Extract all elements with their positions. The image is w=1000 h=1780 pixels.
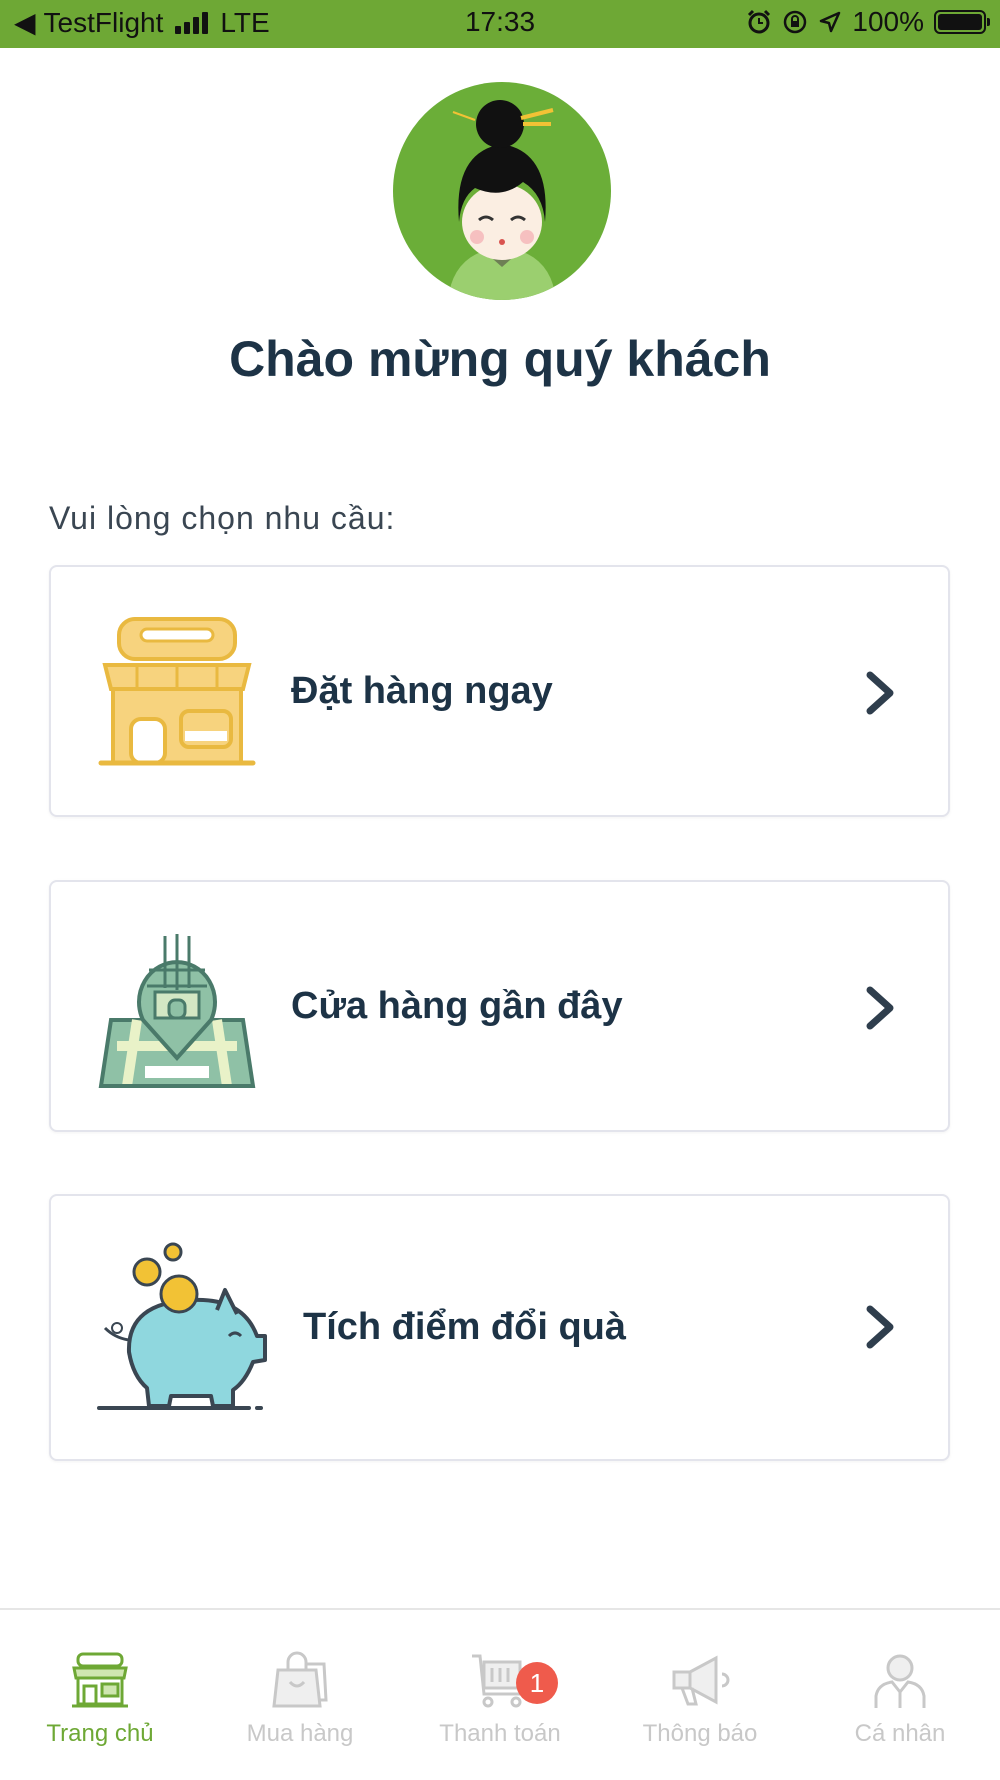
tab-home-label: Trang chủ	[46, 1720, 154, 1747]
status-bar: ◀ TestFlight LTE 17:33 100%	[0, 0, 1000, 48]
location-arrow-icon	[820, 11, 841, 33]
tab-payment-label: Thanh toán	[439, 1720, 561, 1747]
tab-shopping-label: Mua hàng	[246, 1720, 354, 1747]
rotation-lock-icon	[784, 10, 807, 34]
loyalty-points-card[interactable]: Tích điểm đổi quà	[49, 1194, 950, 1461]
nearby-stores-card[interactable]: Cửa hàng gần đây	[49, 880, 950, 1132]
prompt-text: Vui lòng chọn nhu cầu:	[49, 500, 396, 536]
chevron-right-icon	[866, 671, 894, 715]
status-right: 100%	[746, 6, 990, 38]
tab-home[interactable]: Trang chủ	[0, 1610, 200, 1780]
loyalty-points-label: Tích điểm đổi quà	[303, 1306, 627, 1348]
nearby-stores-label: Cửa hàng gần đây	[291, 984, 623, 1027]
store-icon	[98, 617, 256, 766]
order-now-label: Đặt hàng ngay	[291, 669, 553, 712]
tab-notifications-label: Thông báo	[642, 1720, 758, 1747]
home-store-icon	[72, 1652, 128, 1708]
order-now-card[interactable]: Đặt hàng ngay	[49, 565, 950, 817]
map-pin-store-icon	[98, 934, 256, 1088]
welcome-title: Chào mừng quý khách	[229, 331, 771, 387]
person-icon	[874, 1654, 926, 1708]
cart-badge: 1	[516, 1662, 558, 1704]
battery-percent: 100%	[852, 6, 924, 37]
tab-shopping[interactable]: Mua hàng	[200, 1610, 400, 1780]
megaphone-icon	[672, 1655, 730, 1706]
piggy-bank-icon	[97, 1242, 267, 1410]
tab-profile-label: Cá nhân	[854, 1720, 946, 1747]
battery-icon	[934, 10, 990, 34]
bottom-tab-bar: Trang chủ Mua hàng 1 Thanh toán Thông bá…	[0, 1608, 1000, 1780]
avatar-illustration	[393, 82, 611, 300]
shopping-bag-icon	[272, 1651, 328, 1708]
chevron-right-icon	[866, 986, 894, 1030]
tab-notifications[interactable]: Thông báo	[600, 1610, 800, 1780]
tab-payment[interactable]: 1 Thanh toán	[400, 1610, 600, 1780]
chevron-right-icon	[866, 1305, 894, 1349]
alarm-icon	[748, 9, 771, 34]
tab-profile[interactable]: Cá nhân	[800, 1610, 1000, 1780]
